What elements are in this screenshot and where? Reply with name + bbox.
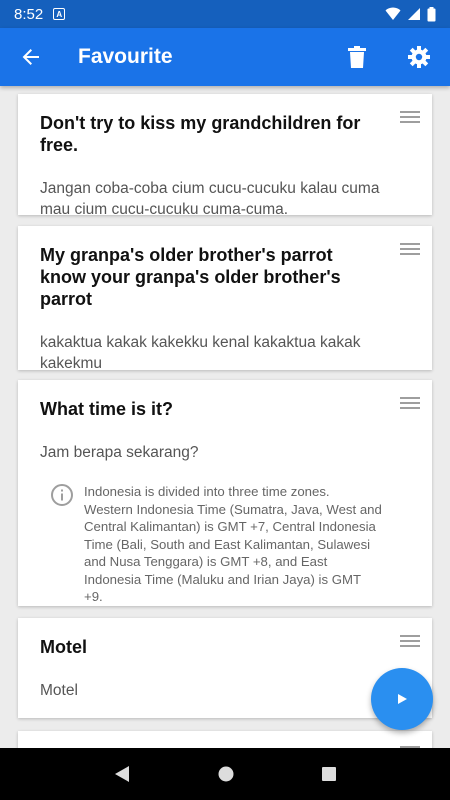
back-arrow-icon <box>22 49 39 65</box>
phrase-english: Don't try to kiss my grandchildren for f… <box>40 113 361 155</box>
phrase-english: What time is it? <box>40 399 174 419</box>
phrase-card[interactable]: Motel Motel <box>18 618 432 718</box>
drag-handle-icon[interactable] <box>400 110 420 124</box>
nav-home-icon[interactable] <box>217 765 235 783</box>
note-text: Indonesia is divided into three time zon… <box>84 484 382 604</box>
phrase-card[interactable]: Don't try to kiss my grandchildren for f… <box>18 94 432 218</box>
play-icon <box>398 694 407 704</box>
phrase-card[interactable]: My granpa's older brother's parrot know … <box>18 226 432 372</box>
status-icons <box>385 6 436 22</box>
nav-back-icon[interactable] <box>113 765 131 783</box>
phrase-card[interactable]: What time is it? Jam berapa sekarang? In… <box>18 380 432 606</box>
trash-icon <box>348 46 366 68</box>
phrase-indonesian: kakaktua kakak kakekku kenal kakaktua ka… <box>40 334 361 372</box>
drag-handle-icon[interactable] <box>400 242 420 256</box>
status-time: 8:52 <box>14 5 44 23</box>
page-title: Favourite <box>78 45 173 68</box>
phrase-english: My granpa's older brother's parrot know … <box>40 245 341 309</box>
phrase-indonesian: Jangan coba-coba cium cucu-cucuku kalau … <box>40 180 380 218</box>
nav-recents-icon[interactable] <box>321 766 337 782</box>
signal-icon <box>408 8 420 20</box>
delete-button[interactable] <box>326 28 388 86</box>
drag-handle-icon[interactable] <box>400 396 420 410</box>
phrase-indonesian: Motel <box>40 682 78 699</box>
info-icon <box>51 484 73 506</box>
phrase-note: Indonesia is divided into three time zon… <box>40 483 382 606</box>
settings-gear-icon <box>408 46 430 68</box>
favourite-list[interactable]: Don't try to kiss my grandchildren for f… <box>0 86 450 748</box>
drag-handle-icon[interactable] <box>400 634 420 648</box>
wifi-icon <box>385 7 401 20</box>
status-bar: 8:52 A <box>0 0 450 28</box>
navigation-bar <box>0 748 450 800</box>
play-button[interactable] <box>371 668 433 730</box>
phrase-indonesian: Jam berapa sekarang? <box>40 444 199 461</box>
back-button[interactable] <box>0 28 62 86</box>
settings-button[interactable] <box>388 28 450 86</box>
app-bar: Favourite <box>0 28 450 86</box>
battery-icon <box>427 6 436 21</box>
phrase-english: Motel <box>40 637 87 657</box>
notification-icon: A <box>53 8 66 20</box>
phrase-card-partial[interactable] <box>18 731 432 748</box>
